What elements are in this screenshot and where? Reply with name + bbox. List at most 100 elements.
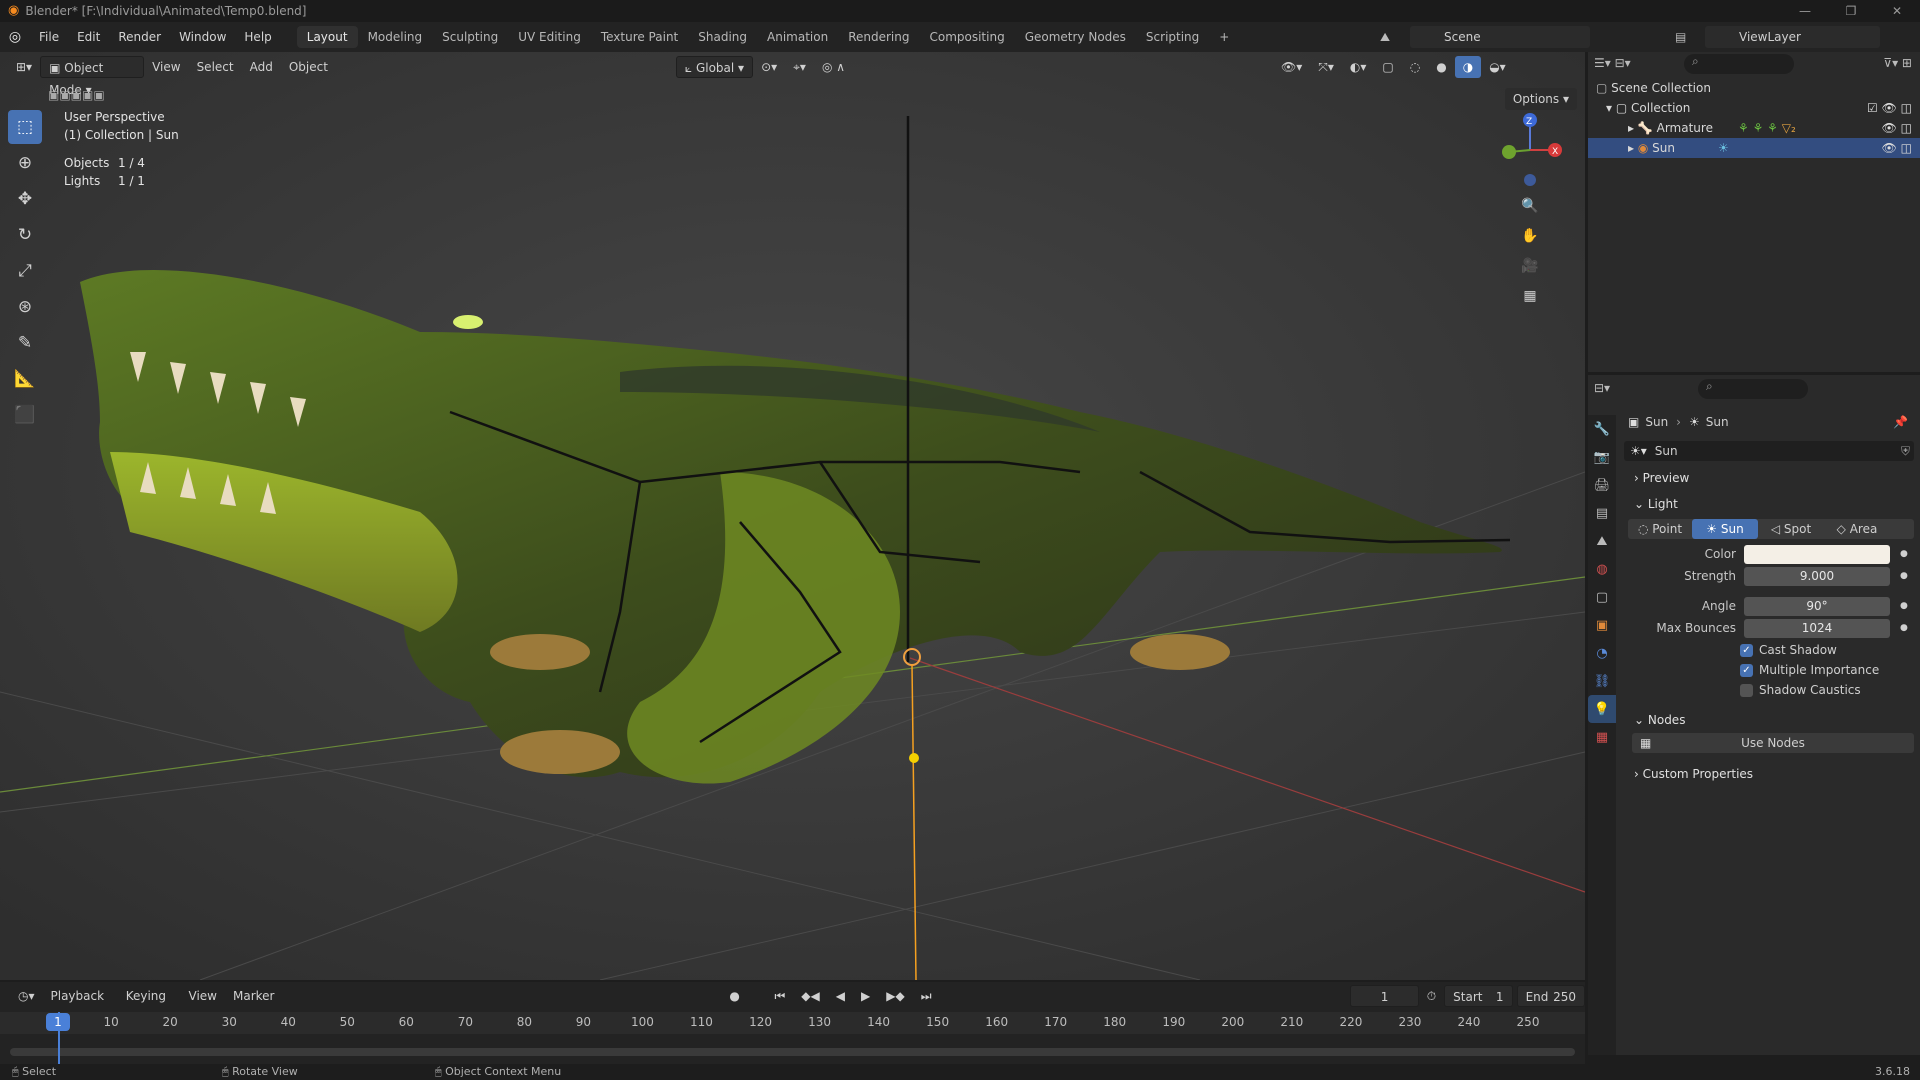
cast-shadow-check-icon[interactable]: ✓ (1740, 643, 1753, 657)
tab-sculpting[interactable]: Sculpting (432, 26, 508, 48)
object-tab-icon[interactable]: ▣ (1588, 611, 1616, 639)
world-tab-icon[interactable]: ◍ (1588, 555, 1616, 583)
add-workspace-icon[interactable]: + (1209, 26, 1239, 48)
strength-field[interactable]: 9.000 (1744, 566, 1890, 586)
zoom-icon[interactable]: 🔍 (1517, 193, 1543, 219)
render-tab-icon[interactable]: 📷 (1588, 443, 1616, 471)
options-dropdown[interactable]: Options ▾ (1504, 88, 1577, 110)
close-icon[interactable]: ✕ (1874, 0, 1920, 22)
blender-menu-icon[interactable]: ◎ (0, 29, 30, 45)
gizmo-toggle-icon[interactable]: ⤧▾ (1310, 56, 1342, 78)
play-reverse-icon[interactable]: ◀ (828, 985, 853, 1007)
play-icon[interactable]: ▶ (853, 985, 878, 1007)
menu-file[interactable]: File (30, 30, 68, 44)
snap-icon[interactable]: ⌖▾ (785, 56, 814, 78)
maximize-icon[interactable]: ❐ (1828, 0, 1874, 22)
jump-end-icon[interactable]: ⏭ (913, 985, 940, 1007)
tab-animation[interactable]: Animation (757, 26, 838, 48)
pan-hand-icon[interactable]: ✋ (1517, 223, 1543, 249)
tab-modeling[interactable]: Modeling (358, 26, 433, 48)
ortho-grid-icon[interactable]: ▦ (1517, 283, 1543, 309)
timeline-scrollbar[interactable] (10, 1048, 1575, 1056)
properties-search-input[interactable]: ⌕ (1698, 379, 1808, 399)
auto-key-icon[interactable]: ● (721, 985, 747, 1007)
outliner-item-armature[interactable]: ▸ 🦴 Armature ⚘ ⚘ ⚘ ▽₂ 👁 ◫ (1588, 118, 1920, 138)
current-frame-field[interactable]: 1 (1350, 985, 1419, 1007)
multiple-importance-check-icon[interactable]: ✓ (1740, 663, 1753, 677)
menu-marker[interactable]: Marker (225, 985, 282, 1007)
light-type-area[interactable]: ◇ Area (1824, 522, 1890, 536)
pivot-icon[interactable]: ⊙▾ (753, 56, 785, 78)
tab-uv-editing[interactable]: UV Editing (508, 26, 591, 48)
menu-select[interactable]: Select (189, 56, 242, 78)
menu-render[interactable]: Render (109, 30, 170, 44)
annotate-tool-icon[interactable]: ✎ (8, 326, 42, 360)
playhead-frame-label[interactable]: 1 (46, 1013, 70, 1031)
cursor-tool-icon[interactable]: ⊕ (8, 146, 42, 180)
texture-tab-icon[interactable]: ▦ (1588, 723, 1616, 751)
menu-add[interactable]: Add (242, 56, 281, 78)
menu-playback[interactable]: Playback ▾ (43, 985, 118, 1025)
tab-compositing[interactable]: Compositing (919, 26, 1014, 48)
angle-field[interactable]: 90° (1744, 596, 1890, 616)
collection-visibility-icons[interactable]: ☑ 👁 ◫ (1867, 98, 1912, 118)
light-type-point[interactable]: ◌ Point (1628, 522, 1692, 536)
shading-solid-icon[interactable]: ● (1428, 56, 1454, 78)
outliner-editor-icon[interactable]: ☰▾ ⊟▾ (1594, 56, 1631, 70)
sun-visibility-icons[interactable]: 👁 ◫ (1882, 138, 1912, 158)
panel-light-header[interactable]: ⌄ Light (1624, 491, 1914, 517)
navigation-gizmo[interactable]: Z X 🔍 ✋ 🎥 ▦ (1495, 110, 1565, 350)
add-cube-tool-icon[interactable]: ⬛ (8, 398, 42, 432)
multiple-importance-checkbox[interactable]: ✓ Multiple Importance (1624, 659, 1914, 681)
shadow-caustics-check-icon[interactable] (1740, 683, 1753, 697)
constraints-tab-icon[interactable]: ⛓ (1588, 667, 1616, 695)
color-keyframe-dot[interactable]: ● (1900, 549, 1908, 559)
tool-tab-icon[interactable]: 🔧 (1588, 415, 1616, 443)
end-frame-field[interactable]: End 250 (1516, 985, 1585, 1007)
armature-visibility-icons[interactable]: 👁 ◫ (1882, 118, 1912, 138)
preview-range-icon[interactable]: ⏱ (1419, 985, 1444, 1007)
strength-keyframe-dot[interactable]: ● (1900, 571, 1908, 581)
cast-shadow-checkbox[interactable]: ✓ Cast Shadow (1624, 639, 1914, 661)
physics-tab-icon[interactable]: ◔ (1588, 639, 1616, 667)
light-type-spot[interactable]: ◁ Spot (1758, 522, 1824, 536)
view-layer-tab-icon[interactable]: ▤ (1588, 499, 1616, 527)
angle-keyframe-dot[interactable]: ● (1900, 601, 1908, 611)
properties-editor-icon[interactable]: ⊟▾ (1594, 381, 1610, 395)
transform-tool-icon[interactable]: ⊛ (8, 290, 42, 324)
max-bounces-keyframe-dot[interactable]: ● (1900, 623, 1908, 633)
output-tab-icon[interactable]: 🖨 (1588, 471, 1616, 499)
rotate-tool-icon[interactable]: ↻ (8, 218, 42, 252)
select-tool-icon[interactable]: ⬚ (8, 110, 42, 144)
menu-window[interactable]: Window (170, 30, 235, 44)
outliner-search-input[interactable]: ⌕ (1684, 54, 1794, 74)
shading-rendered-icon[interactable]: ◒▾ (1481, 56, 1514, 78)
editor-type-icon[interactable]: ⊞▾ (8, 56, 40, 78)
shading-material-icon[interactable]: ◑ (1454, 56, 1482, 78)
pin-icon[interactable]: 📌 (1893, 415, 1908, 429)
scene-selector[interactable]: ⛰ Scene (1380, 26, 1590, 48)
menu-keying[interactable]: Keying ▾ (118, 985, 181, 1025)
tab-texture-paint[interactable]: Texture Paint (591, 26, 688, 48)
filter-icon[interactable]: ⊽▾ ⊞ (1883, 56, 1912, 70)
tab-geometry-nodes[interactable]: Geometry Nodes (1015, 26, 1136, 48)
use-nodes-button[interactable]: ▦ Use Nodes (1632, 733, 1914, 753)
select-box-modes-icon[interactable]: ▣▣▣▣▣ (40, 84, 113, 106)
panel-preview-header[interactable]: › Preview (1624, 465, 1914, 491)
xray-icon[interactable]: ▢ (1374, 56, 1401, 78)
minimize-icon[interactable]: — (1782, 0, 1828, 22)
timeline-ruler[interactable]: 1102030405060708090100110120130140150160… (0, 1012, 1585, 1034)
visibility-icon[interactable]: 👁▾ (1273, 56, 1310, 78)
max-bounces-field[interactable]: 1024 (1744, 618, 1890, 638)
camera-view-icon[interactable]: 🎥 (1517, 253, 1543, 279)
next-keyframe-icon[interactable]: ▶◆ (878, 985, 912, 1007)
outliner-collection[interactable]: ▾ ▢ Collection ☑ 👁 ◫ (1588, 98, 1920, 118)
color-swatch[interactable] (1744, 544, 1890, 564)
jump-start-icon[interactable]: ⏮ (766, 985, 793, 1007)
menu-help[interactable]: Help (235, 30, 280, 44)
menu-view[interactable]: View (144, 56, 188, 78)
transform-orientation-dropdown[interactable]: ⟀ Global ▾ (675, 56, 754, 78)
scale-tool-icon[interactable]: ⤢ (8, 254, 42, 288)
scene-tab-icon[interactable]: ⛰ (1588, 527, 1616, 555)
tab-rendering[interactable]: Rendering (838, 26, 919, 48)
